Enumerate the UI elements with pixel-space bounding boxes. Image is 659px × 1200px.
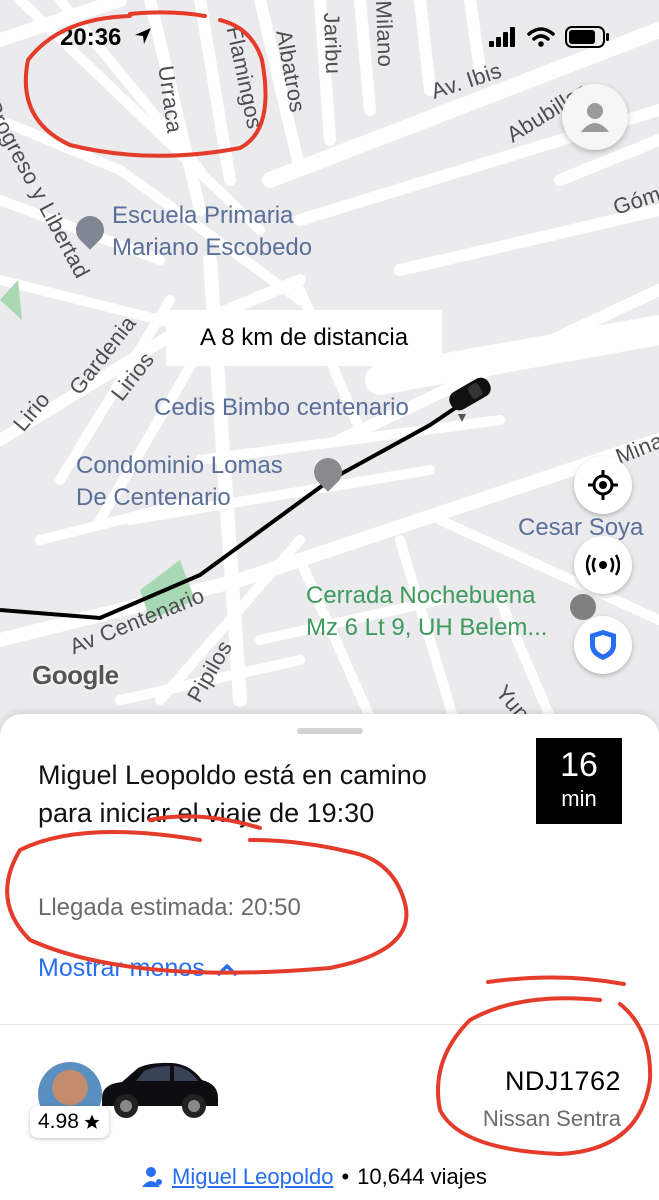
show-less-link[interactable]: Mostrar menos [38,954,237,983]
map-view[interactable]: Progreso y Libertad Urraca Flamingos Alb… [0,0,659,740]
car-model: Nissan Sentra [482,1106,621,1131]
status-time-text: 20:36 [60,24,122,51]
google-logo: Google [32,660,119,690]
car-image [102,1062,218,1118]
driver-name-link[interactable]: Miguel Leopoldo [172,1164,333,1190]
flower-icon [570,594,596,620]
shield-icon [590,630,616,660]
user-icon [581,103,609,132]
eta-badge: 16 min [536,738,622,824]
poi-cedis-bimbo[interactable]: Cedis Bimbo centenario [154,392,409,424]
location-arrow-icon [134,24,152,52]
eta-unit: min [561,786,597,811]
safety-toolkit-button[interactable] [574,616,632,674]
poi-condominio[interactable]: Condominio Lomas De Centenario [76,450,283,514]
estimated-arrival: Llegada estimada: 20:50 [38,894,301,921]
broadcast-icon [586,554,620,576]
eta-value: 16 [560,746,598,784]
status-time: 20:36 [60,24,152,52]
profile-button[interactable] [562,84,628,150]
poi-cerrada-nochebuena[interactable]: Cerrada Nochebuena Mz 6 Lt 9, UH Belem..… [306,580,547,644]
crosshair-icon [588,470,618,500]
show-less-label: Mostrar menos [38,954,205,982]
car-marker-icon [449,377,491,422]
license-plate: NDJ1762 [504,1066,621,1096]
trip-status-title: Miguel Leopoldo está en camino para inic… [38,760,427,828]
divider [0,1024,659,1025]
share-trip-button[interactable] [574,536,632,594]
street-label: Milano [371,0,399,68]
separator-dot: • [341,1164,350,1189]
sheet-drag-handle[interactable] [297,728,363,734]
driver-rating: 4.98 [30,1106,109,1138]
person-verified-icon [142,1167,162,1187]
signal-icon [489,27,515,47]
poi-cesar-soya[interactable]: Cesar Soya [518,512,643,544]
trip-count: 10,644 viajes [357,1164,487,1189]
trip-sheet[interactable]: Miguel Leopoldo está en camino para inic… [0,714,659,1200]
status-icons [489,26,611,48]
street-label: Jaribu [319,12,347,75]
driver-info-line: Miguel Leopoldo • 10,644 viajes [142,1164,487,1190]
recenter-button[interactable] [574,456,632,514]
star-icon [84,1114,100,1129]
wifi-icon [527,27,555,47]
poi-escuela[interactable]: Escuela Primaria Mariano Escobedo [112,200,312,264]
chevron-up-icon [216,963,237,976]
battery-icon [565,26,609,48]
distance-label: A 8 km de distancia [166,310,442,366]
rating-value: 4.98 [38,1110,79,1133]
